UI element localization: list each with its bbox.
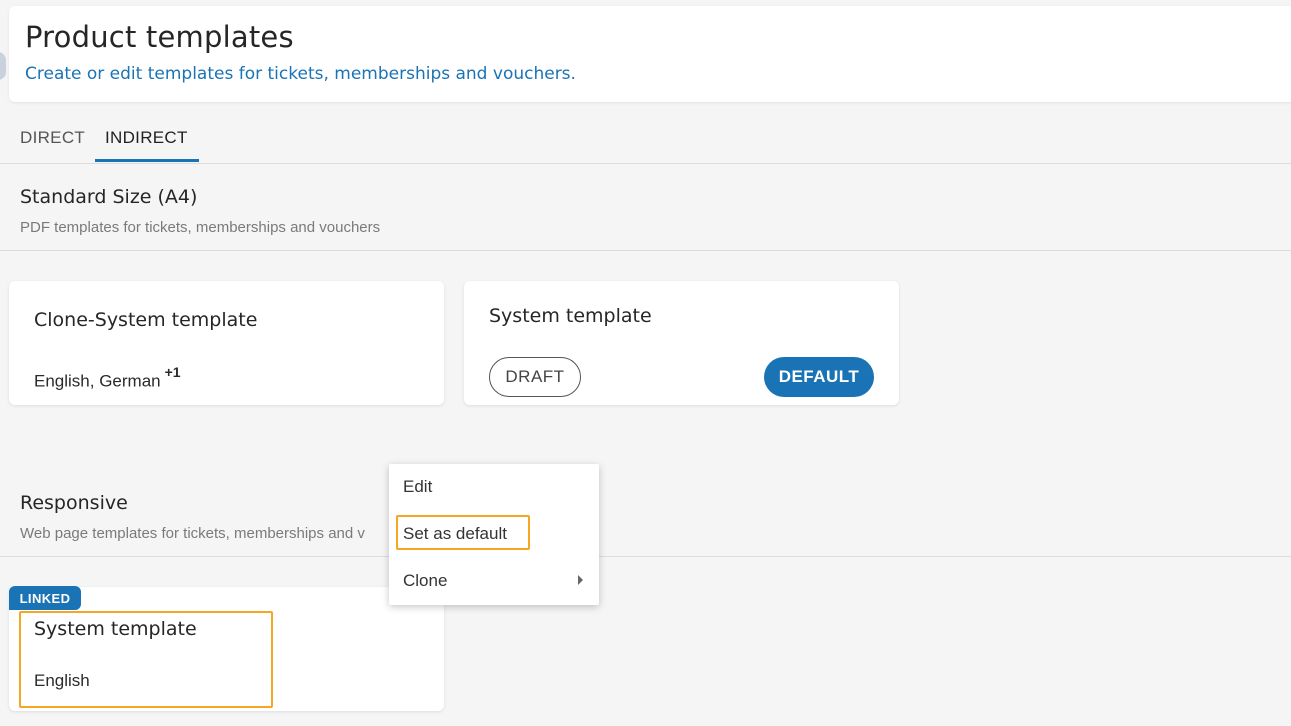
template-card-system[interactable]: System template DRAFT DEFAULT: [464, 281, 899, 405]
page-title: Product templates: [25, 20, 294, 54]
tab-direct[interactable]: DIRECT: [20, 128, 85, 163]
languages-text: English, German: [34, 371, 161, 391]
default-status-button[interactable]: DEFAULT: [764, 357, 874, 397]
section-divider: [0, 250, 1291, 251]
linked-badge: LINKED: [9, 586, 81, 610]
sidebar-toggle-handle[interactable]: [0, 52, 6, 80]
section-subtitle-responsive: Web page templates for tickets, membersh…: [20, 525, 365, 542]
template-card-title: System template: [489, 305, 652, 327]
product-templates-page: Product templates Create or edit templat…: [0, 0, 1291, 726]
section-subtitle-standard: PDF templates for tickets, memberships a…: [20, 219, 381, 236]
template-card-clone-system[interactable]: Clone-System template English, German +1: [9, 281, 444, 405]
menu-item-edit[interactable]: Edit: [389, 467, 599, 507]
draft-status-button[interactable]: DRAFT: [489, 357, 581, 397]
page-header: Product templates Create or edit templat…: [9, 6, 1291, 102]
template-card-languages: English, German +1: [34, 364, 181, 392]
template-card-title: Clone-System template: [34, 309, 258, 331]
page-subtitle: Create or edit templates for tickets, me…: [25, 64, 576, 84]
tab-bar: DIRECT INDIRECT: [0, 122, 1291, 164]
menu-item-clone[interactable]: Clone: [389, 561, 599, 601]
section-title-standard: Standard Size (A4): [20, 186, 198, 208]
submenu-arrow-icon: [578, 575, 583, 585]
menu-item-clone-label: Clone: [403, 571, 448, 590]
tab-indirect[interactable]: INDIRECT: [95, 128, 199, 163]
highlight-annotation-card: [19, 611, 273, 708]
highlight-annotation-menu-item: [396, 515, 530, 550]
section-divider: [0, 556, 1291, 557]
languages-more-count: +1: [164, 364, 181, 380]
section-title-responsive: Responsive: [20, 492, 128, 514]
active-tab-indicator: [95, 159, 199, 162]
